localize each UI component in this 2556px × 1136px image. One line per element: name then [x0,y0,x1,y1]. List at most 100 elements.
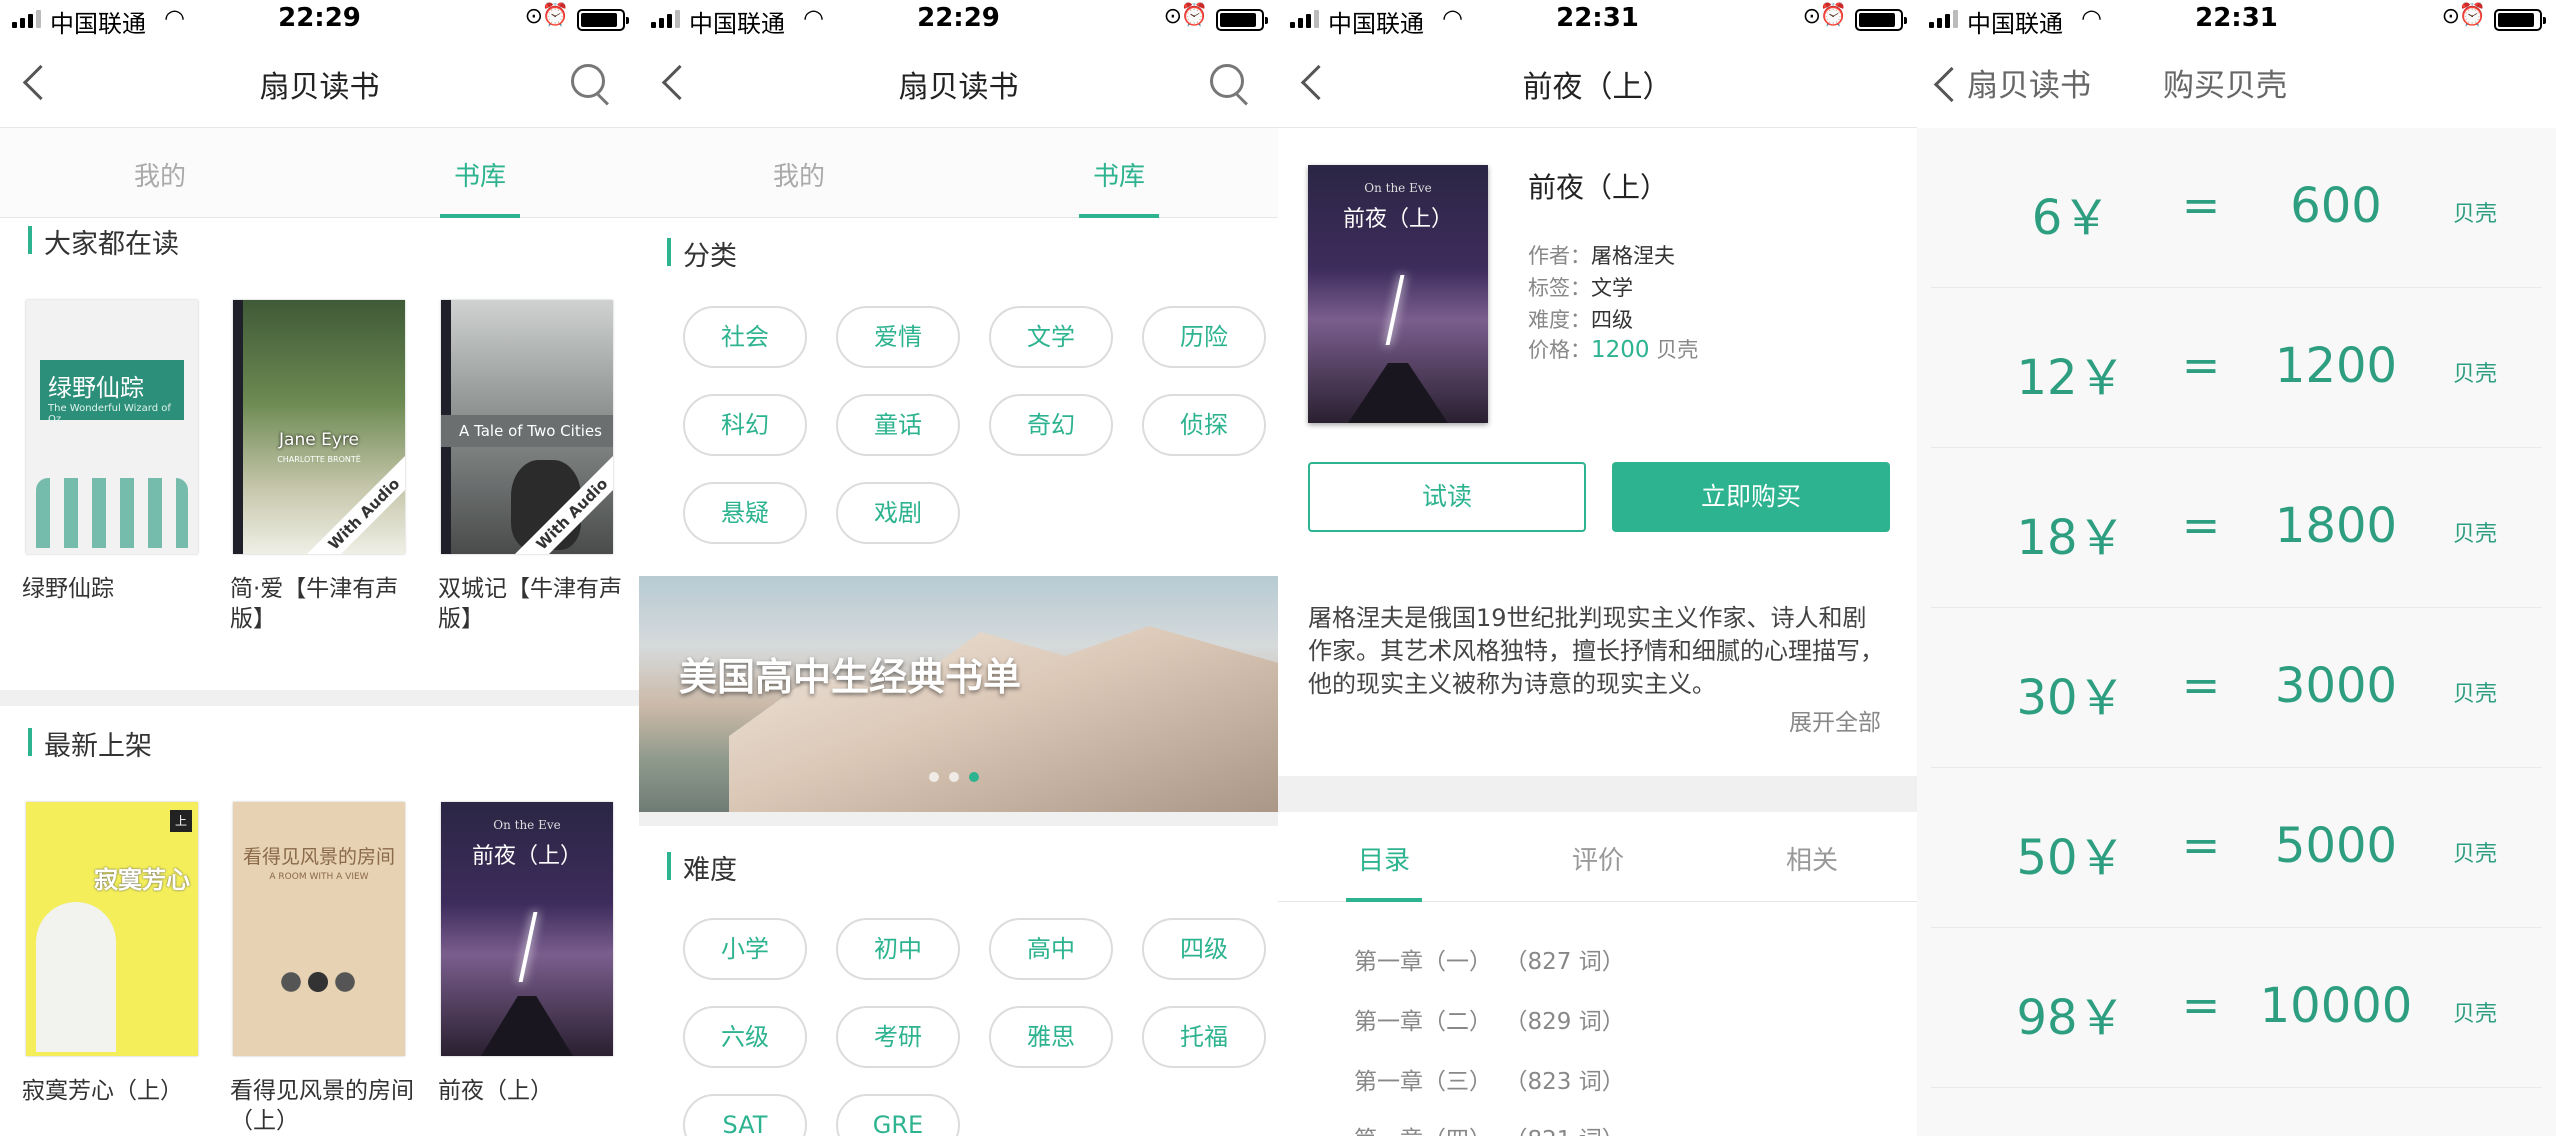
equals-sign: = [2181,498,2221,552]
book-title[interactable]: 简·爱【牛津有声版】 [230,574,420,634]
price-option[interactable]: 30￥ = 3000 贝壳 [1931,608,2542,768]
price-option[interactable]: 98￥ = 10000 贝壳 [1931,928,2542,1088]
chapter-item[interactable]: 第一章（二） （829 词） [1354,1002,1625,1036]
page-title: 前夜（上） [1522,70,1673,105]
category-chip[interactable]: 历险 [1142,306,1266,368]
author-label: 作者： [1528,244,1591,268]
search-icon[interactable] [571,64,611,104]
difficulty-chip[interactable]: SAT [683,1094,807,1136]
status-bar: 中国联通 ◠ 22:29 ⊙ ⏰ [0,0,639,40]
back-label[interactable]: 扇贝读书 [1967,60,2091,105]
difficulty-row: 难度：四级 [1528,304,1633,334]
chapter-word-count: （823 词） [1516,1069,1625,1095]
price-yuan: 30￥ [2016,670,2126,726]
tab-related[interactable]: 相关 [1742,840,1882,877]
shell-amount: 600 [2290,178,2382,234]
difficulty-chip[interactable]: 六级 [683,1006,807,1068]
book-title[interactable]: 双城记【牛津有声版】 [438,574,628,634]
book-title[interactable]: 绿野仙踪 [22,574,212,604]
category-chip[interactable]: 童话 [836,394,960,456]
book-title[interactable]: 看得见风景的房间（上） [230,1076,420,1136]
price-yuan: 18￥ [2016,510,2126,566]
cover-illustration [273,952,363,1012]
equals-sign: = [2181,978,2221,1032]
chapter-word-count: （829 词） [1516,1009,1625,1035]
tab-reviews[interactable]: 评价 [1528,840,1668,877]
book-cover-on-the-eve[interactable]: On the Eve 前夜（上） [441,802,613,1056]
search-icon[interactable] [1210,64,1250,104]
category-chip[interactable]: 侦探 [1142,394,1266,456]
carousel-dot[interactable] [929,772,939,782]
category-chip[interactable]: 爱情 [836,306,960,368]
category-chip[interactable]: 社会 [683,306,807,368]
price-option[interactable]: 12￥ = 1200 贝壳 [1931,288,2542,448]
difficulty-chip[interactable]: 小学 [683,918,807,980]
section-title-new: 最新上架 [28,724,152,763]
book-cover-oz[interactable]: 绿野仙踪 The Wonderful Wizard of Oz [26,300,198,554]
audio-ribbon: With Audio [302,452,405,554]
tab-bar: 我的 书库 [639,128,1278,218]
difficulty-value: 四级 [1591,308,1633,332]
detail-tab-bar: 目录 评价 相关 [1278,812,1917,902]
cover-spine [233,300,243,554]
category-chip[interactable]: 悬疑 [683,482,807,544]
difficulty-chip[interactable]: 雅思 [989,1006,1113,1068]
carousel-dot-active[interactable] [969,772,979,782]
difficulty-chip[interactable]: 高中 [989,918,1113,980]
shell-unit: 贝壳 [2453,1002,2498,1027]
difficulty-chip[interactable]: 考研 [836,1006,960,1068]
price-yuan: 12￥ [2016,350,2126,406]
book-cover-tale-of-two-cities[interactable]: A Tale of Two Cities With Audio [441,300,613,554]
buy-shells-screen: 中国联通 ◠ 22:31 ⊙ ⏰ 扇贝读书 购买贝壳 6￥ = 600 贝壳 1… [1917,0,2556,1136]
tag-label: 标签： [1528,276,1591,300]
difficulty-chip[interactable]: 初中 [836,918,960,980]
category-chip[interactable]: 文学 [989,306,1113,368]
price-option[interactable]: 50￥ = 5000 贝壳 [1931,768,2542,928]
tab-library[interactable]: 书库 [400,156,560,193]
price-value: 1200 [1591,337,1650,363]
battery-icon [2494,9,2546,31]
buy-now-button[interactable]: 立即购买 [1612,462,1890,532]
volume-tag: 上 [170,810,192,832]
shell-amount: 1800 [2274,498,2398,554]
chapter-item[interactable]: 第一章（一） （827 词） [1354,942,1625,976]
difficulty-chip[interactable]: 四级 [1142,918,1266,980]
equals-sign: = [2181,338,2221,392]
carousel-dot[interactable] [949,772,959,782]
category-chip[interactable]: 戏剧 [836,482,960,544]
promo-banner[interactable]: 美国高中生经典书单 [639,576,1278,812]
alarm-icon: ⏰ [1819,3,1847,28]
back-icon[interactable] [1931,60,1957,104]
price-option[interactable]: 6￥ = 600 贝壳 [1931,128,2542,288]
chapter-name: 第一章（一） [1354,949,1492,975]
chapter-item[interactable]: 第一章（三） （823 词） [1354,1062,1625,1096]
rotation-lock-icon: ⊙ [1163,4,1182,29]
chapter-item[interactable]: 第一章（四） （821 词） [1354,1120,1625,1136]
price-yuan: 6￥ [2031,190,2111,246]
tab-library[interactable]: 书库 [1039,156,1199,193]
difficulty-chip[interactable]: 托福 [1142,1006,1266,1068]
battery-icon [1216,9,1268,31]
carousel-dots[interactable] [929,772,979,782]
chapter-name: 第一章（三） [1354,1069,1492,1095]
tab-contents[interactable]: 目录 [1314,840,1454,877]
book-cover-lonely-heart[interactable]: 上 寂寞芳心 [26,802,198,1056]
book-cover-jane-eyre[interactable]: Jane Eyre CHARLOTTE BRONTË With Audio [233,300,405,554]
tab-mine[interactable]: 我的 [719,156,879,193]
difficulty-chip[interactable]: GRE [836,1094,960,1136]
page-title: 购买贝壳 [2163,68,2287,104]
equals-sign: = [2181,178,2221,232]
book-cover-room-with-a-view[interactable]: 看得见风景的房间 A ROOM WITH A VIEW [233,802,405,1056]
book-title[interactable]: 前夜（上） [438,1076,628,1106]
cover-illustration [36,478,188,548]
tab-mine[interactable]: 我的 [80,156,240,193]
category-chip[interactable]: 奇幻 [989,394,1113,456]
expand-all-link[interactable]: 展开全部 [1789,703,1881,737]
try-read-button[interactable]: 试读 [1308,462,1586,532]
nav-bar: 前夜（上） [1278,40,1917,128]
book-title[interactable]: 寂寞芳心（上） [22,1076,212,1106]
price-option[interactable]: 18￥ = 1800 贝壳 [1931,448,2542,608]
cover-figure [36,902,116,1052]
status-bar: 中国联通 ◠ 22:31 ⊙ ⏰ [1917,0,2556,40]
category-chip[interactable]: 科幻 [683,394,807,456]
